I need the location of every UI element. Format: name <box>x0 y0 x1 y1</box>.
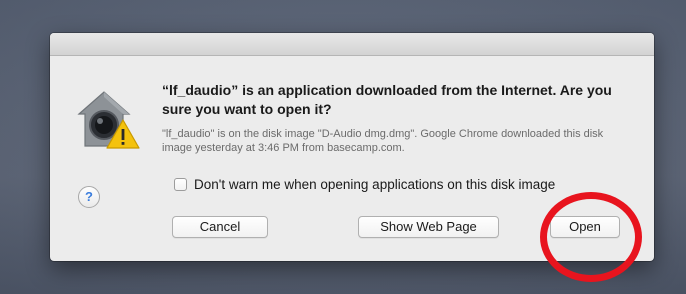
dialog-titlebar[interactable] <box>50 33 654 56</box>
open-button-highlight <box>540 192 642 282</box>
dont-warn-label[interactable]: Don't warn me when opening applications … <box>194 176 555 194</box>
help-button[interactable]: ? <box>78 186 100 208</box>
dialog-title: “lf_daudio” is an application downloaded… <box>162 82 612 117</box>
gatekeeper-warning-icon <box>77 91 140 149</box>
dont-warn-option[interactable]: Don't warn me when opening applications … <box>174 176 644 196</box>
dialog-detail: "lf_daudio" is on the disk image "D-Audi… <box>162 128 604 154</box>
dont-warn-checkbox[interactable] <box>174 178 187 191</box>
show-web-page-button[interactable]: Show Web Page <box>358 216 499 238</box>
cancel-button[interactable]: Cancel <box>172 216 268 238</box>
